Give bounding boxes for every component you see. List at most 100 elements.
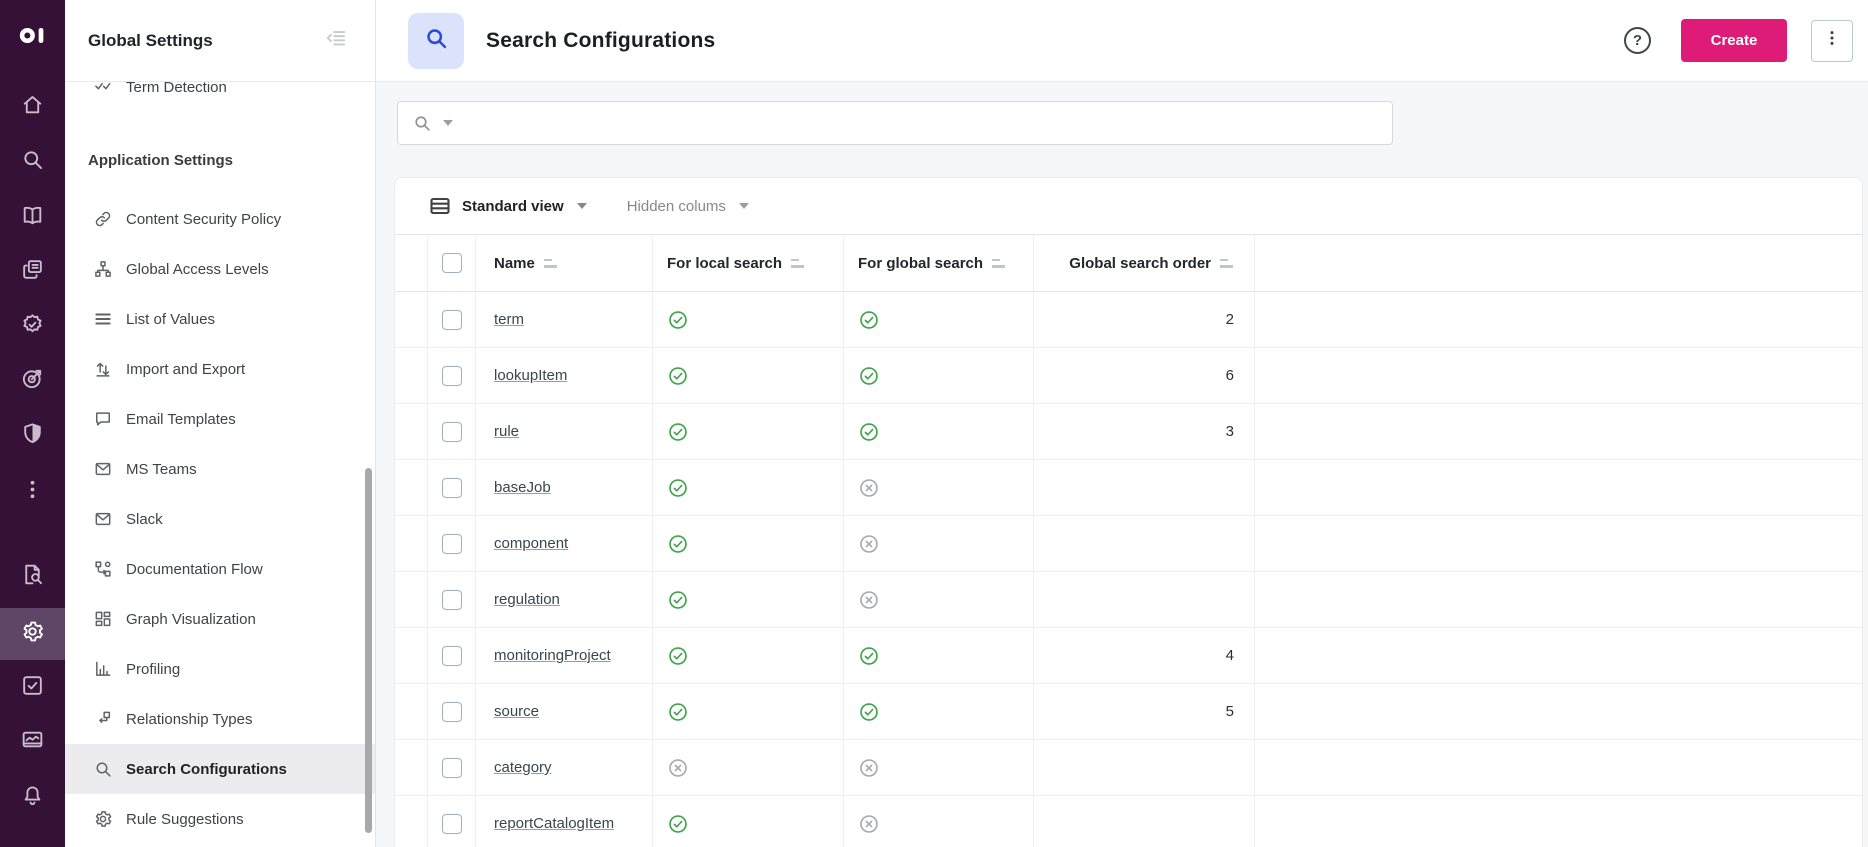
table-row: category	[395, 740, 1862, 796]
row-checkbox[interactable]	[441, 533, 462, 554]
sidebar-item-relationship-types[interactable]: Relationship Types	[65, 694, 375, 744]
row-checkbox[interactable]	[441, 589, 462, 610]
sidebar-item-term-detection[interactable]: Term Detection	[65, 82, 375, 112]
sort-icon	[992, 258, 1006, 269]
relationship-icon	[93, 709, 113, 729]
shield-half-icon	[20, 421, 45, 451]
sidebar-item-documentation-flow[interactable]: Documentation Flow	[65, 544, 375, 594]
table-row: source 5	[395, 684, 1862, 740]
row-checkbox[interactable]	[441, 757, 462, 778]
check-circle-icon	[667, 813, 689, 835]
row-name-link[interactable]: reportCatalogItem	[494, 815, 614, 832]
create-button[interactable]: Create	[1681, 19, 1787, 62]
row-checkbox[interactable]	[441, 421, 462, 442]
rail-badge-check-button[interactable]	[0, 305, 65, 349]
view-selector[interactable]: Standard view	[462, 198, 564, 215]
rail-search-button[interactable]	[0, 140, 65, 184]
row-checkbox[interactable]	[441, 477, 462, 498]
rail-more-button[interactable]	[0, 470, 65, 514]
table-body: term 2 lookupItem 6 rule 3 baseJob compo…	[395, 292, 1862, 847]
sidebar-item-content-security-policy[interactable]: Content Security Policy	[65, 194, 375, 244]
sidebar-item-import-and-export[interactable]: Import and Export	[65, 344, 375, 394]
main-content: Standard view Hidden colums Name For loc…	[376, 82, 1868, 847]
link-icon	[93, 209, 113, 229]
rail-task-check-button[interactable]	[0, 666, 65, 710]
grid-icon	[93, 609, 113, 629]
app-logo-icon[interactable]	[0, 12, 65, 58]
home-icon	[20, 92, 45, 122]
table-toolbar: Standard view Hidden colums	[395, 178, 1862, 234]
row-name-link[interactable]: component	[494, 535, 568, 552]
table-view-icon	[428, 194, 452, 218]
rail-target-button[interactable]	[0, 359, 65, 403]
check-circle-icon	[667, 477, 689, 499]
page-title-tile	[408, 12, 464, 69]
row-name-link[interactable]: rule	[494, 423, 519, 440]
x-circle-icon	[858, 589, 880, 611]
check-circle-icon	[667, 533, 689, 555]
search-filter-caret-icon[interactable]	[443, 120, 453, 126]
column-header-global-search-order[interactable]: Global search order	[1034, 235, 1255, 291]
sidebar-scrollbar[interactable]	[365, 468, 372, 833]
row-checkbox[interactable]	[441, 645, 462, 666]
bell-icon	[20, 783, 45, 813]
sidebar-item-ms-teams[interactable]: MS Teams	[65, 444, 375, 494]
rail-settings-button[interactable]	[0, 608, 65, 660]
sidebar-item-rule-suggestions[interactable]: Rule Suggestions	[65, 794, 375, 844]
rail-file-search-button[interactable]	[0, 555, 65, 599]
sidebar-item-graph-visualization[interactable]: Graph Visualization	[65, 594, 375, 644]
import-export-icon	[93, 359, 113, 379]
sort-icon	[1220, 258, 1234, 269]
x-circle-icon	[667, 757, 689, 779]
hidden-columns-selector[interactable]: Hidden colums	[627, 198, 726, 215]
x-circle-icon	[858, 533, 880, 555]
table-search-input[interactable]	[397, 101, 1393, 145]
rail-home-button[interactable]	[0, 85, 65, 129]
row-name-link[interactable]: source	[494, 703, 539, 720]
sidebar-title: Global Settings	[88, 30, 213, 50]
table-row: reportCatalogItem	[395, 796, 1862, 847]
rail-shield-half-button[interactable]	[0, 414, 65, 458]
row-checkbox[interactable]	[441, 813, 462, 834]
help-button[interactable]: ?	[1624, 27, 1651, 54]
column-header-name[interactable]: Name	[476, 235, 653, 291]
collapse-sidebar-icon[interactable]	[325, 27, 347, 54]
sidebar-item-email-templates[interactable]: Email Templates	[65, 394, 375, 444]
row-name-link[interactable]: term	[494, 311, 524, 328]
table-row: component	[395, 516, 1862, 572]
rail-book-button[interactable]	[0, 196, 65, 240]
view-caret-icon[interactable]	[576, 203, 587, 209]
row-name-link[interactable]: monitoringProject	[494, 647, 611, 664]
check-circle-icon	[667, 645, 689, 667]
table-row: monitoringProject 4	[395, 628, 1862, 684]
sort-icon	[543, 258, 558, 269]
row-name-link[interactable]: baseJob	[494, 479, 551, 496]
more-actions-button[interactable]	[1811, 19, 1853, 62]
select-all-checkbox[interactable]	[441, 253, 462, 273]
row-name-link[interactable]: lookupItem	[494, 367, 567, 384]
target-icon	[20, 366, 45, 396]
column-header-local-search[interactable]: For local search	[653, 235, 844, 291]
sort-icon	[791, 258, 805, 269]
row-checkbox[interactable]	[441, 309, 462, 330]
mail-icon	[93, 509, 113, 529]
rail-documents-button[interactable]	[0, 250, 65, 294]
row-name-link[interactable]: category	[494, 759, 552, 776]
row-checkbox[interactable]	[441, 365, 462, 386]
section-header: Application Settings	[88, 152, 234, 169]
rail-activity-button[interactable]	[0, 720, 65, 764]
row-name-link[interactable]: regulation	[494, 591, 560, 608]
check-circle-icon	[858, 365, 880, 387]
row-checkbox[interactable]	[441, 701, 462, 722]
doc-flow-icon	[93, 559, 113, 579]
sidebar-item-search-configurations[interactable]: Search Configurations	[65, 744, 375, 794]
hidden-columns-caret-icon[interactable]	[738, 203, 749, 209]
sidebar-item-slack[interactable]: Slack	[65, 494, 375, 544]
sidebar-item-profiling[interactable]: Profiling	[65, 644, 375, 694]
sidebar-item-global-access-levels[interactable]: Global Access Levels	[65, 244, 375, 294]
check-circle-icon	[858, 701, 880, 723]
sidebar-item-list-of-values[interactable]: List of Values	[65, 294, 375, 344]
rail-bell-button[interactable]	[0, 776, 65, 820]
column-header-global-search[interactable]: For global search	[844, 235, 1034, 291]
page-header: Search Configurations ? Create	[376, 0, 1868, 82]
